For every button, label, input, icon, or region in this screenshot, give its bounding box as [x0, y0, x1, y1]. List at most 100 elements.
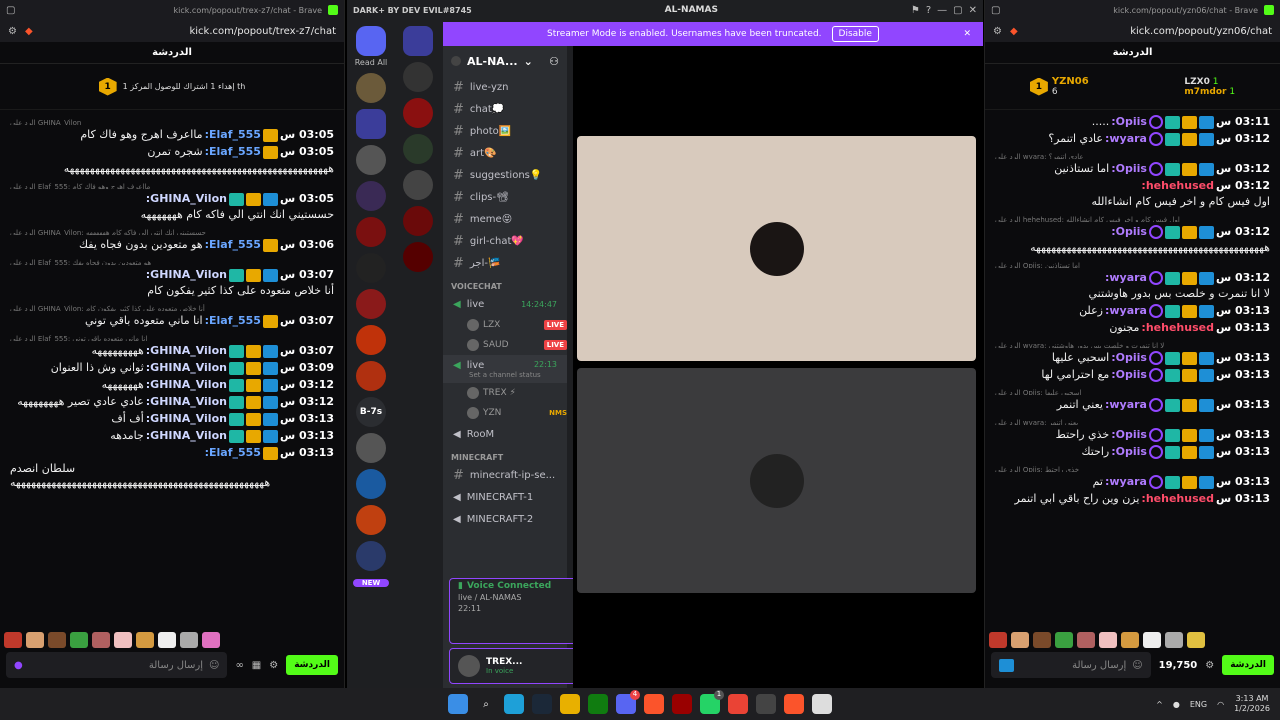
- text-channel[interactable]: # girl-chat💖: [443, 230, 567, 252]
- reply-preview[interactable]: الرد على hehehused: اول فيس كام و اخر في…: [995, 213, 1270, 222]
- username[interactable]: GHINA_Vilon:: [146, 429, 227, 443]
- username[interactable]: wyara:: [1105, 475, 1147, 489]
- reply-preview[interactable]: الرد على GHINA_Vilon: أنا خلاص متعوده عل…: [10, 302, 334, 311]
- text-channel[interactable]: # clips-📽: [443, 186, 567, 208]
- server-icon[interactable]: [356, 217, 386, 247]
- brave-icon[interactable]: [784, 694, 804, 714]
- emote[interactable]: [158, 632, 176, 648]
- whatsapp-icon[interactable]: 1: [700, 690, 724, 714]
- text-channel[interactable]: # live-yzn: [443, 76, 567, 98]
- username[interactable]: Opiis:: [1111, 368, 1147, 382]
- emote[interactable]: [114, 632, 132, 648]
- username[interactable]: Elaf_555:: [205, 238, 261, 252]
- channel-points[interactable]: 19,750: [1159, 660, 1198, 671]
- username[interactable]: GHINA_Vilon:: [146, 378, 227, 392]
- text-channel[interactable]: # photo🖼️: [443, 120, 567, 142]
- username[interactable]: GHINA_Vilon:: [146, 361, 227, 375]
- app-icon[interactable]: [812, 694, 832, 714]
- text-channel[interactable]: # art🎨: [443, 142, 567, 164]
- server-icon[interactable]: [356, 181, 386, 211]
- emote[interactable]: [1033, 632, 1051, 648]
- close-icon[interactable]: ✕: [969, 5, 977, 16]
- chat-input[interactable]: إرسال رسالة ☺: [991, 652, 1151, 678]
- emoji-icon[interactable]: ☺: [1132, 660, 1142, 671]
- server-icon[interactable]: [356, 253, 386, 283]
- voice-user[interactable]: LZX LIVE: [443, 315, 567, 335]
- username[interactable]: GHINA_Vilon:: [146, 192, 227, 206]
- disable-button[interactable]: Disable: [831, 26, 879, 42]
- emote[interactable]: [70, 632, 88, 648]
- server-icon[interactable]: [356, 541, 386, 571]
- reply-preview[interactable]: الرد على Elaf_555: هو متعودين بدون فجاه …: [10, 256, 334, 265]
- stream-tile[interactable]: [577, 368, 976, 593]
- emote[interactable]: [202, 632, 220, 648]
- emote[interactable]: [1143, 632, 1161, 648]
- site-info-icon[interactable]: ⚙: [993, 26, 1002, 37]
- username[interactable]: wyara:: [1105, 398, 1147, 412]
- username[interactable]: Opiis:: [1111, 351, 1147, 365]
- xbox-icon[interactable]: [588, 694, 608, 714]
- server-icon[interactable]: [356, 469, 386, 499]
- voice-channel-live-2[interactable]: ◀ live 22:13 Set a channel status: [443, 355, 567, 383]
- address-bar[interactable]: ⚙ ◆ kick.com/popout/trex-z7/chat: [0, 20, 344, 42]
- site-info-icon[interactable]: ⚙: [8, 26, 17, 37]
- reply-preview[interactable]: الرد على GHINA_Vilon: [10, 116, 334, 125]
- voice-channel-path[interactable]: live / AL-NAMAS: [458, 593, 521, 602]
- gift-leaderboard[interactable]: 1 YZN06 6 LZX0 1 m7mdor 1: [985, 64, 1280, 110]
- emote[interactable]: [26, 632, 44, 648]
- help-icon[interactable]: ?: [926, 5, 931, 16]
- text-channel[interactable]: # suggestions💡: [443, 164, 567, 186]
- username[interactable]: hehehused:: [1141, 492, 1214, 506]
- mic-tray-icon[interactable]: ●: [1173, 700, 1180, 709]
- send-chat-button[interactable]: الدردشة: [1222, 655, 1274, 675]
- server-header[interactable]: AL-NA... ⌄ ⚇: [443, 46, 567, 76]
- channel-minecraft-2[interactable]: ◀ MINECRAFT-2: [443, 508, 567, 530]
- reply-preview[interactable]: الرد على wyara: لا انا تنمرت و خلصت بس ب…: [995, 339, 1270, 348]
- server-icon[interactable]: [403, 134, 433, 164]
- chrome-icon[interactable]: [728, 694, 748, 714]
- start-icon[interactable]: [448, 694, 468, 714]
- server-icon[interactable]: [356, 145, 386, 175]
- app-icon[interactable]: [756, 694, 776, 714]
- username[interactable]: Elaf_555:: [205, 128, 261, 142]
- mic-icon[interactable]: ●: [14, 660, 23, 671]
- voice-user[interactable]: YZN NMS: [443, 403, 567, 423]
- text-channel[interactable]: # chat💭: [443, 98, 567, 120]
- reply-preview[interactable]: الرد على wyara: عادي اتنمر؟: [995, 150, 1270, 159]
- emote[interactable]: [1187, 632, 1205, 648]
- username[interactable]: GHINA_Vilon:: [146, 268, 227, 282]
- send-chat-button[interactable]: الدردشة: [286, 655, 338, 675]
- server-icon[interactable]: [403, 242, 433, 272]
- username[interactable]: wyara:: [1105, 132, 1147, 146]
- voice-user[interactable]: SAUD LIVE: [443, 335, 567, 355]
- settings-icon[interactable]: ⚙: [1205, 660, 1214, 671]
- username[interactable]: Opiis:: [1111, 225, 1147, 239]
- pinned-goal[interactable]: 1 إهداء 1 اشتراك للوصول المركز 1 th: [0, 64, 344, 110]
- emote[interactable]: [1055, 632, 1073, 648]
- chevron-down-icon[interactable]: ⌄: [524, 55, 533, 68]
- minimize-icon[interactable]: —: [937, 5, 947, 16]
- inbox-icon[interactable]: ⚑: [911, 5, 920, 16]
- username[interactable]: hehehused:: [1141, 321, 1214, 335]
- language-indicator[interactable]: ENG: [1190, 700, 1207, 709]
- voice-category[interactable]: VOICECHAT: [443, 274, 567, 293]
- username[interactable]: Elaf_555:: [205, 314, 261, 328]
- avatar[interactable]: [458, 655, 480, 677]
- reply-preview[interactable]: الرد على Opiis: اسحبي عليها: [995, 386, 1270, 395]
- server-icon[interactable]: [356, 325, 386, 355]
- discord-taskbar-icon[interactable]: 4: [616, 690, 640, 714]
- reply-preview[interactable]: الرد على Elaf_555: مااعرف اهرج وهو فاك ك…: [10, 180, 334, 189]
- voice-channel-live-1[interactable]: ◀ live 14:24:47: [443, 293, 567, 315]
- server-icon[interactable]: [403, 62, 433, 92]
- server-b7s[interactable]: B-7s: [356, 397, 386, 427]
- emote[interactable]: [136, 632, 154, 648]
- store-icon[interactable]: ▦: [252, 660, 261, 671]
- emote[interactable]: [180, 632, 198, 648]
- folder-icon[interactable]: [356, 109, 386, 139]
- reply-preview[interactable]: الرد على Opiis: خذي راحتط: [995, 463, 1270, 472]
- read-all-button[interactable]: Read All: [347, 58, 395, 67]
- reply-preview[interactable]: الرد على GHINA_Vilon: حسستيني انك انتي ا…: [10, 226, 334, 235]
- chat-input[interactable]: ● إرسال رسالة ☺: [6, 652, 228, 678]
- channel-status[interactable]: Set a channel status: [453, 371, 541, 379]
- username[interactable]: hehehused:: [1141, 179, 1214, 193]
